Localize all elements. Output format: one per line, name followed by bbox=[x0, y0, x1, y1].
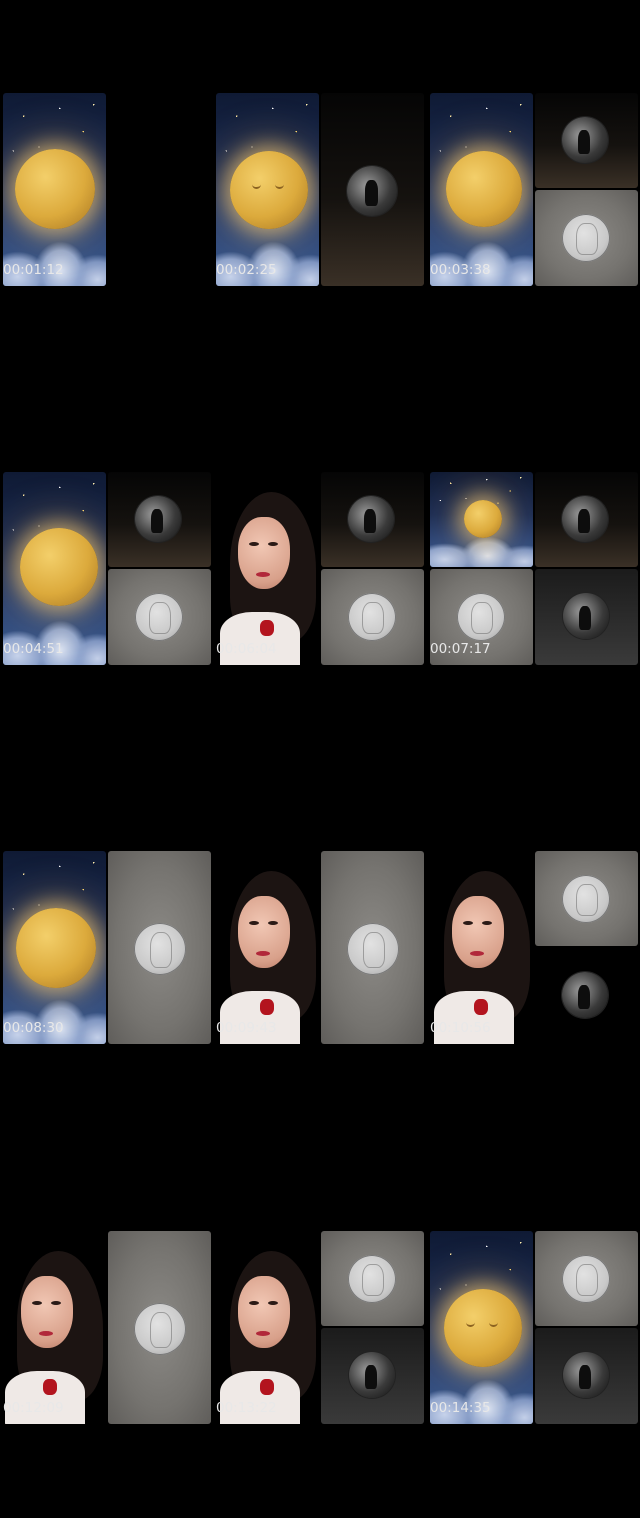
moon-image bbox=[464, 500, 502, 538]
moon-scene bbox=[3, 851, 106, 1044]
portrait-face bbox=[452, 896, 504, 968]
timestamp: 00:10:56 bbox=[430, 1020, 491, 1036]
timestamp: 00:03:38 bbox=[430, 262, 491, 278]
moon-scene bbox=[3, 93, 106, 286]
video-pane bbox=[535, 1328, 638, 1424]
timestamp: 00:02:25 bbox=[216, 262, 277, 278]
timestamp: 00:14:35 bbox=[430, 1400, 491, 1416]
thumbnail-2[interactable]: 00:02:25 bbox=[213, 0, 426, 379]
portrait-face bbox=[238, 896, 290, 968]
moon-face-image bbox=[446, 151, 522, 227]
thumbnail-11[interactable]: 00:13:22 bbox=[213, 1138, 426, 1517]
portrait-pane bbox=[216, 1231, 319, 1424]
timestamp: 00:07:17 bbox=[430, 641, 491, 657]
portrait-face bbox=[21, 1276, 73, 1348]
moon-scene bbox=[430, 1231, 533, 1424]
coin-image bbox=[134, 1303, 186, 1355]
timestamp: 00:01:12 bbox=[3, 262, 64, 278]
coin-image bbox=[134, 923, 186, 975]
video-pane bbox=[535, 472, 638, 567]
coin-image bbox=[348, 1255, 396, 1303]
thumbnail-3[interactable]: 00:03:38 bbox=[427, 0, 640, 379]
round-photo bbox=[349, 1352, 395, 1398]
round-photo bbox=[562, 117, 608, 163]
moon-image bbox=[16, 908, 96, 988]
thumbnail-9[interactable]: 00:10:56 bbox=[427, 758, 640, 1137]
coin-pane bbox=[108, 851, 211, 1044]
timestamp: 00:06:04 bbox=[216, 641, 277, 657]
timestamp: 00:08:30 bbox=[3, 1020, 64, 1036]
coin-pane bbox=[108, 569, 211, 665]
thumbnail-6[interactable]: 00:07:17 bbox=[427, 379, 640, 758]
video-pane bbox=[108, 472, 211, 567]
timestamp: 00:13:22 bbox=[216, 1400, 277, 1416]
round-photo bbox=[347, 166, 397, 216]
moon-scene bbox=[3, 472, 106, 665]
coin-pane bbox=[321, 1231, 424, 1326]
portrait-face bbox=[238, 517, 290, 589]
round-photo bbox=[563, 1352, 609, 1398]
thumbnail-1[interactable]: 00:01:12 bbox=[0, 0, 213, 379]
video-pane bbox=[321, 472, 424, 567]
video-pane bbox=[321, 93, 424, 286]
portrait-pane bbox=[216, 851, 319, 1044]
moon-scene bbox=[430, 472, 533, 567]
thumbnail-4[interactable]: 00:04:51 bbox=[0, 379, 213, 758]
coin-pane bbox=[535, 1231, 638, 1326]
round-photo bbox=[563, 593, 609, 639]
thumbnail-7[interactable]: 00:08:30 bbox=[0, 758, 213, 1137]
coin-image bbox=[562, 875, 610, 923]
coin-image bbox=[562, 214, 610, 262]
timestamp: 00:12:09 bbox=[3, 1400, 64, 1416]
coin-image bbox=[347, 923, 399, 975]
moon-face-image bbox=[444, 1289, 522, 1367]
coin-image bbox=[348, 593, 396, 641]
moon-face-image bbox=[230, 151, 308, 229]
round-photo bbox=[348, 496, 394, 542]
timestamp: 00:09:43 bbox=[216, 1020, 277, 1036]
portrait-pane bbox=[3, 1231, 106, 1424]
video-pane bbox=[535, 948, 638, 1044]
coin-pane bbox=[321, 569, 424, 665]
portrait-face bbox=[238, 1276, 290, 1348]
moon-image bbox=[15, 149, 95, 229]
thumbnail-8[interactable]: 00:09:43 bbox=[213, 758, 426, 1137]
coin-pane bbox=[535, 851, 638, 946]
portrait-pane bbox=[216, 472, 319, 665]
moon-scene bbox=[216, 93, 319, 286]
video-pane bbox=[321, 1328, 424, 1424]
video-pane bbox=[535, 93, 638, 188]
portrait-pane bbox=[430, 851, 533, 1044]
thumbnail-10[interactable]: 00:12:09 bbox=[0, 1138, 213, 1517]
thumbnail-5[interactable]: 00:06:04 bbox=[213, 379, 426, 758]
coin-image bbox=[135, 593, 183, 641]
coin-image bbox=[562, 1255, 610, 1303]
round-photo bbox=[562, 496, 608, 542]
coin-pane bbox=[108, 1231, 211, 1424]
timestamp: 00:04:51 bbox=[3, 641, 64, 657]
thumbnail-12[interactable]: 00:14:35 bbox=[427, 1138, 640, 1517]
coin-image bbox=[457, 593, 505, 641]
moon-scene bbox=[430, 93, 533, 286]
round-photo bbox=[562, 972, 608, 1018]
coin-pane bbox=[321, 851, 424, 1044]
round-photo bbox=[135, 496, 181, 542]
moon-image bbox=[20, 528, 98, 606]
video-pane bbox=[535, 569, 638, 665]
coin-pane bbox=[535, 190, 638, 286]
